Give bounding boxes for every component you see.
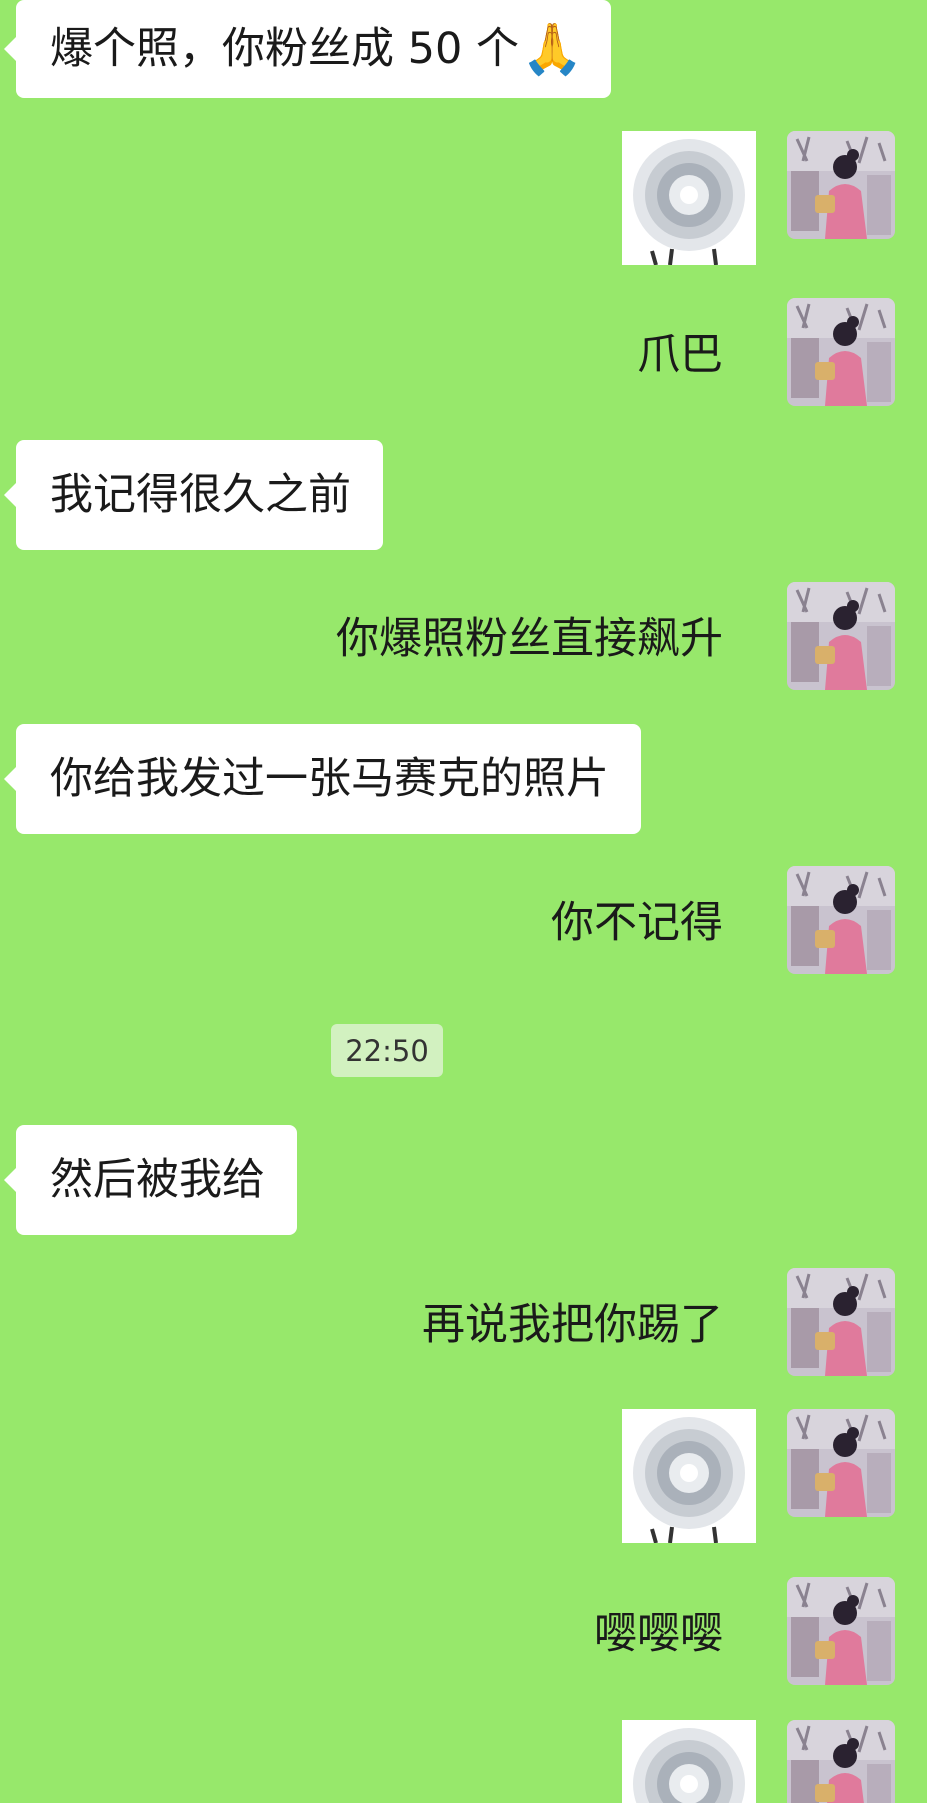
avatar[interactable] [787, 1577, 895, 1685]
message-text: 然后被我给 [50, 1154, 265, 1205]
avatar[interactable] [787, 1268, 895, 1376]
sticker-image[interactable] [622, 1720, 756, 1803]
message-bubble-received[interactable]: 爆个照，你粉丝成 50 个 🙏 [3, 0, 612, 98]
message-text-sent[interactable]: 嘤嘤嘤 [594, 1613, 723, 1656]
timestamp-badge: 22:50 [331, 1024, 443, 1077]
folded-hands-icon: 🙏 [521, 20, 584, 78]
avatar[interactable] [787, 298, 895, 406]
sticker-image[interactable] [622, 131, 756, 265]
avatar[interactable] [787, 1409, 895, 1517]
message-bubble-received[interactable]: 我记得很久之前 [4, 440, 383, 550]
avatar[interactable] [787, 866, 895, 974]
avatar[interactable] [787, 1720, 895, 1803]
message-text-sent[interactable]: 爪巴 [637, 334, 723, 377]
sticker-image[interactable] [622, 1409, 756, 1543]
message-text: 你给我发过一张马赛克的照片 [50, 753, 609, 804]
avatar[interactable] [787, 131, 895, 239]
message-text-sent[interactable]: 再说我把你踢了 [422, 1304, 723, 1347]
message-bubble-received[interactable]: 然后被我给 [4, 1125, 297, 1235]
message-text-sent[interactable]: 你爆照粉丝直接飙升 [336, 618, 723, 661]
message-text: 爆个照，你粉丝成 50 个 [50, 23, 520, 74]
message-bubble-received[interactable]: 你给我发过一张马赛克的照片 [4, 724, 641, 834]
message-text-sent[interactable]: 你不记得 [551, 902, 723, 945]
message-text: 我记得很久之前 [50, 469, 351, 520]
avatar[interactable] [787, 582, 895, 690]
